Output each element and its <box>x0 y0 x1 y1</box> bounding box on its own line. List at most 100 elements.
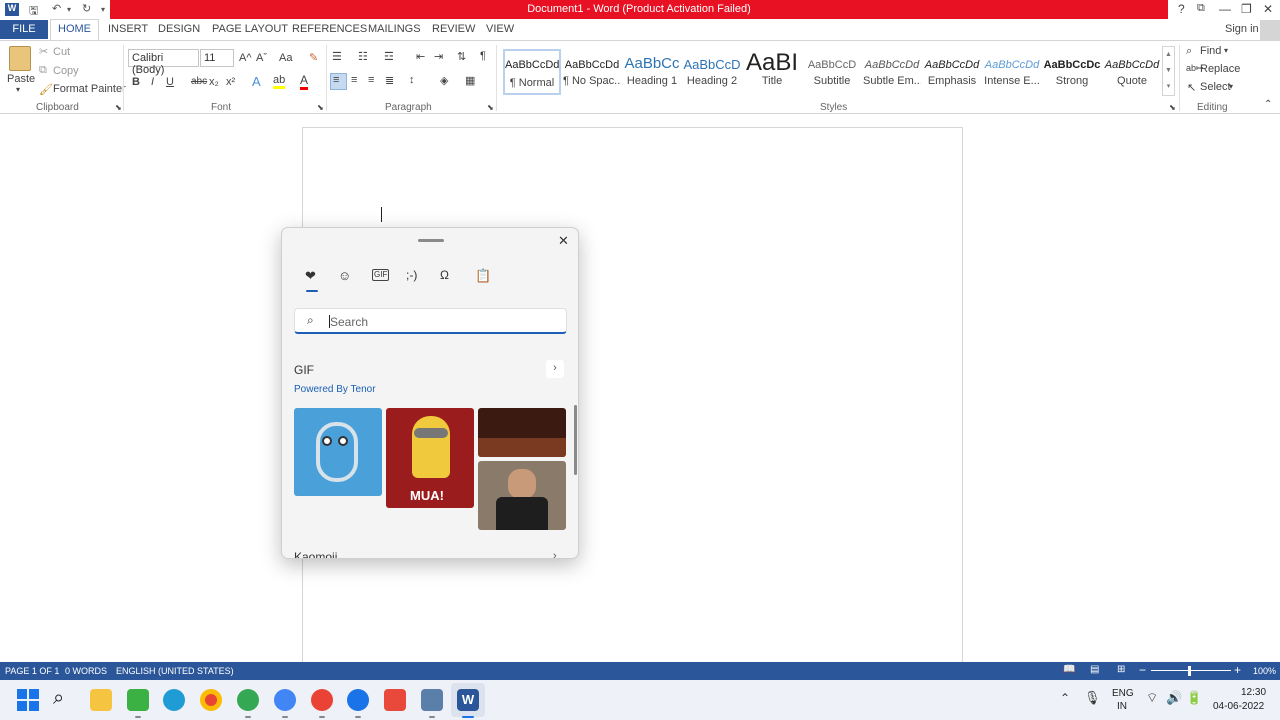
ribbon-display-options-icon[interactable]: ⧉ <box>1197 2 1205 15</box>
undo-dropdown-icon[interactable]: ▾ <box>67 5 71 14</box>
style-title[interactable]: AaBI Title <box>743 49 801 95</box>
search-icon[interactable]: ⌕ <box>53 687 64 710</box>
select-dropdown-icon[interactable]: ▾ <box>1229 82 1233 91</box>
numbering-icon[interactable]: ☷ <box>358 50 368 63</box>
chrome-profile-icon[interactable] <box>274 689 296 711</box>
justify-icon[interactable]: ≣ <box>385 74 394 87</box>
style-emphasis[interactable]: AaBbCcDd Emphasis <box>923 49 981 95</box>
save-icon[interactable]: 🖫 <box>29 2 38 21</box>
panel-scrollbar[interactable] <box>574 405 577 475</box>
grow-font-button[interactable]: A^ <box>239 52 252 64</box>
close-icon[interactable]: ✕ <box>558 233 569 249</box>
text-effects-icon[interactable]: A <box>252 74 261 89</box>
clock-date[interactable]: 04-06-2022 <box>1213 701 1264 712</box>
format-painter-button[interactable]: Format Painter <box>53 83 126 95</box>
powered-by-tenor-link[interactable]: Powered By Tenor <box>294 384 376 395</box>
select-button[interactable]: Select <box>1200 81 1231 93</box>
print-layout-icon[interactable]: ▤ <box>1090 664 1099 675</box>
network-app-icon[interactable] <box>421 689 443 711</box>
zoom-in-icon[interactable]: + <box>1234 663 1241 677</box>
gif-icon[interactable]: GIF <box>372 269 390 281</box>
find-icon[interactable]: ⌕ <box>1186 45 1192 58</box>
find-button[interactable]: Find <box>1200 45 1221 57</box>
gif-excited-man[interactable] <box>478 461 566 530</box>
copy-button[interactable]: Copy <box>53 65 79 77</box>
file-explorer-icon[interactable] <box>90 689 112 711</box>
page-count[interactable]: PAGE 1 OF 1 <box>5 666 59 676</box>
font-color-icon[interactable]: A <box>300 73 309 90</box>
restore-button[interactable]: ❐ <box>1241 2 1252 16</box>
gif-minion[interactable]: MUA! <box>386 408 474 508</box>
paste-icon[interactable] <box>9 46 31 71</box>
font-size-combo[interactable]: 11 <box>200 49 234 67</box>
copy-icon[interactable]: ⧉ <box>39 64 47 77</box>
input-language-bottom[interactable]: IN <box>1117 701 1127 712</box>
tab-page-layout[interactable]: PAGE LAYOUT <box>212 23 288 35</box>
gif-celebration[interactable] <box>478 408 566 457</box>
zoom-slider-thumb[interactable] <box>1188 666 1191 676</box>
clipboard-launcher-icon[interactable]: ⬊ <box>115 103 122 112</box>
tab-design[interactable]: DESIGN <box>158 23 200 35</box>
sort-icon[interactable]: ⇅ <box>457 50 466 63</box>
align-right-icon[interactable]: ≡ <box>368 74 374 86</box>
bold-button[interactable]: B <box>132 76 140 88</box>
battery-icon[interactable]: 🔋 <box>1186 690 1202 706</box>
camtasia-recorder-icon[interactable] <box>384 689 406 711</box>
borders-icon[interactable]: ▦ <box>465 74 475 87</box>
change-case-button[interactable]: Aa <box>279 52 292 64</box>
tab-file[interactable]: FILE <box>0 20 48 39</box>
strikethrough-button[interactable]: abc <box>191 76 207 87</box>
camtasia-icon[interactable] <box>127 689 149 711</box>
style-subtitle[interactable]: AaBbCcD Subtitle <box>803 49 861 95</box>
highlight-color-icon[interactable]: ab <box>273 74 286 89</box>
sign-in-link[interactable]: Sign in <box>1225 23 1259 35</box>
start-icon[interactable] <box>17 689 39 711</box>
multilevel-list-icon[interactable]: ☲ <box>384 50 394 63</box>
volume-icon[interactable]: 🔊 <box>1166 690 1182 706</box>
shrink-font-button[interactable]: Aˇ <box>256 52 267 64</box>
gif-section-expand-button[interactable]: › <box>546 360 564 378</box>
cut-icon[interactable]: ✂ <box>39 45 48 58</box>
word-app-icon[interactable]: W <box>5 3 19 16</box>
customize-quick-access-icon[interactable]: ▾ <box>101 5 105 14</box>
styles-scroll-bar[interactable]: ▲ ▼ ▾ <box>1162 46 1175 96</box>
increase-indent-icon[interactable]: ⇥ <box>434 50 443 63</box>
undo-icon[interactable]: ↶ <box>52 2 61 15</box>
italic-button[interactable]: I <box>151 76 154 88</box>
redo-icon[interactable]: ↻ <box>82 2 91 15</box>
help-button[interactable]: ? <box>1178 2 1185 16</box>
clear-formatting-icon[interactable]: ✎ <box>309 51 318 64</box>
microphone-icon[interactable]: 🎙 <box>1084 690 1101 706</box>
style-normal[interactable]: AaBbCcDd ¶ Normal <box>503 49 561 95</box>
search-input[interactable]: Search <box>330 315 368 329</box>
zoom-slider[interactable] <box>1151 670 1231 671</box>
language-indicator[interactable]: ENGLISH (UNITED STATES) <box>116 666 234 676</box>
style-strong[interactable]: AaBbCcDc Strong <box>1043 49 1101 95</box>
emoji-icon[interactable]: ☺ <box>338 268 351 283</box>
cut-button[interactable]: Cut <box>53 46 70 58</box>
format-painter-icon[interactable]: 🖌 <box>39 83 53 96</box>
font-launcher-icon[interactable]: ⬊ <box>317 103 324 112</box>
style-no-spacing[interactable]: AaBbCcDd ¶ No Spac... <box>563 49 621 95</box>
style-heading-1[interactable]: AaBbCc Heading 1 <box>623 49 681 95</box>
read-mode-icon[interactable]: 📖 <box>1063 664 1075 675</box>
chrome-profile-icon[interactable] <box>311 689 333 711</box>
bullets-icon[interactable]: ☰ <box>332 50 342 63</box>
gif-clippy[interactable] <box>294 408 382 496</box>
zoom-level[interactable]: 100% <box>1253 666 1276 676</box>
superscript-button[interactable]: x² <box>226 76 235 88</box>
drag-handle[interactable] <box>418 239 444 242</box>
kaomoji-icon[interactable]: ;-) <box>406 268 417 282</box>
show-hide-button[interactable]: ¶ <box>480 50 486 62</box>
style-heading-2[interactable]: AaBbCcD Heading 2 <box>683 49 741 95</box>
font-name-combo[interactable]: Calibri (Body) <box>128 49 199 76</box>
subscript-button[interactable]: x₂ <box>209 76 219 88</box>
wifi-icon[interactable]: ⌔ <box>1146 690 1158 706</box>
paragraph-launcher-icon[interactable]: ⬊ <box>487 103 494 112</box>
tab-references[interactable]: REFERENCES <box>292 23 367 35</box>
style-subtle-emphasis[interactable]: AaBbCcDd Subtle Em... <box>863 49 921 95</box>
styles-launcher-icon[interactable]: ⬊ <box>1169 103 1176 112</box>
shading-icon[interactable]: ◈ <box>440 74 448 87</box>
word-count[interactable]: 0 WORDS <box>65 666 107 676</box>
edge-icon[interactable] <box>163 689 185 711</box>
